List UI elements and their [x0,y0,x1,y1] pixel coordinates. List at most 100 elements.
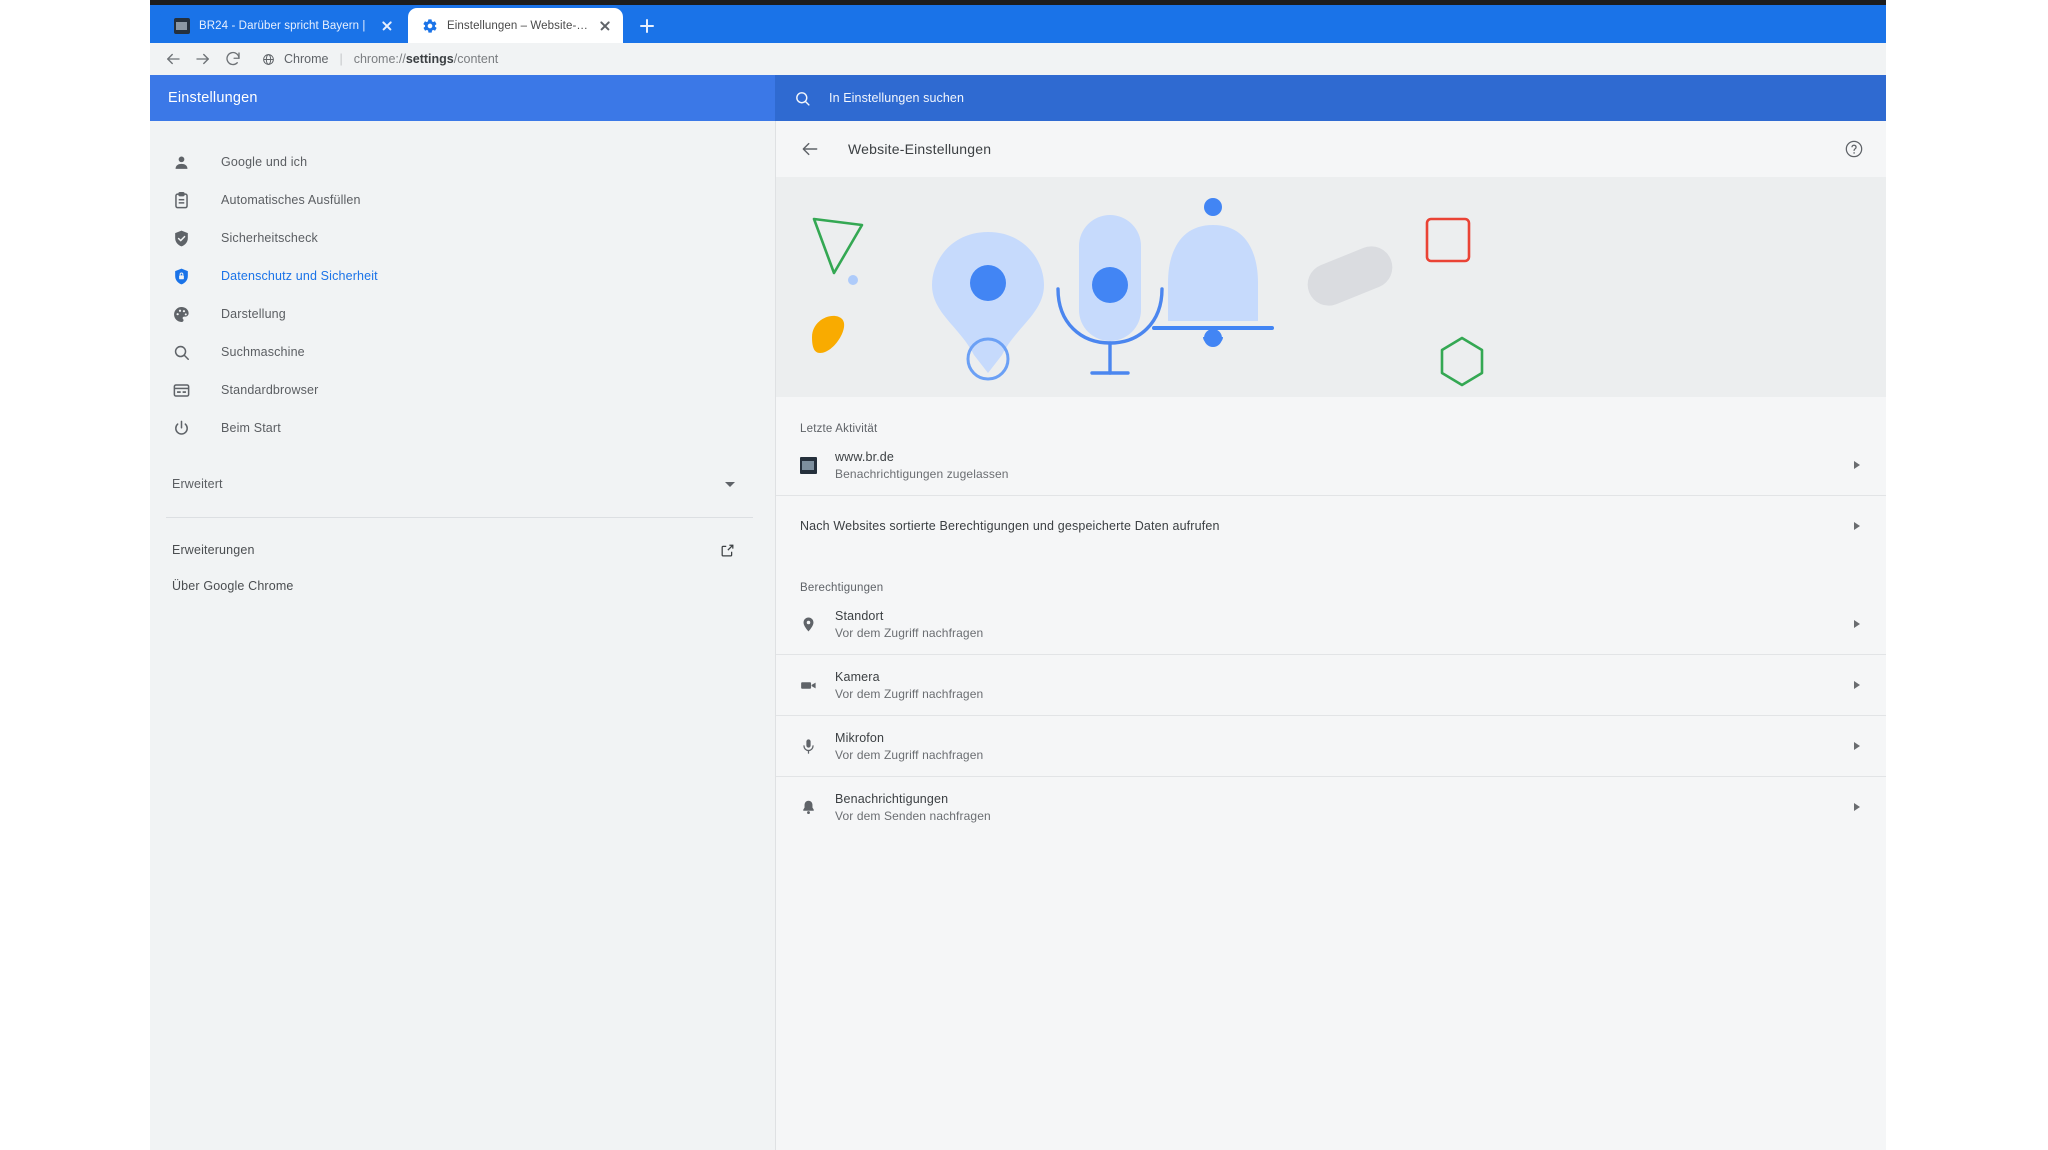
chevron-right-icon [1854,803,1860,811]
sidebar-item-label: Suchmaschine [221,345,305,359]
sidebar-item-google-und-ich[interactable]: Google und ich [150,143,775,181]
permission-row-kamera[interactable]: Kamera Vor dem Zugriff nachfragen [776,655,1886,715]
row-text: Benachrichtigungen Vor dem Senden nachfr… [832,792,1854,823]
sidebar-item-uber-google-chrome[interactable]: Über Google Chrome [150,568,775,604]
br-site-favicon-icon [800,456,817,474]
settings-gear-favicon-icon [422,18,438,34]
chevron-right-icon [1854,461,1860,469]
address-bar[interactable]: Chrome | chrome://settings/content [262,52,498,66]
row-icon-wrap [800,616,832,633]
reload-button[interactable] [220,46,246,72]
settings-body: Google und ich Automatisches Ausfüllen S… [150,121,1886,1150]
sidebar-item-suchmaschine[interactable]: Suchmaschine [150,333,775,371]
row-icon-wrap [800,456,832,474]
desktop-background-right [1886,0,2048,1150]
forward-button[interactable] [190,46,216,72]
permission-row-mikrofon[interactable]: Mikrofon Vor dem Zugriff nachfragen [776,716,1886,776]
omnibox-url-prefix: chrome:// [353,52,406,66]
back-arrow-icon[interactable] [800,139,820,159]
omnibox-scheme-label: Chrome [284,52,329,66]
row-subtitle: Vor dem Senden nachfragen [835,808,991,823]
search-input[interactable]: In Einstellungen suchen [775,75,1886,121]
close-icon[interactable] [597,18,613,34]
sidebar-item-erweiterungen[interactable]: Erweiterungen [150,532,775,568]
row-subtitle: Vor dem Zugriff nachfragen [835,747,984,762]
location-pin-icon [800,616,817,633]
tab-settings[interactable]: Einstellungen – Website-Einstel... [408,8,623,43]
browser-toolbar: Chrome | chrome://settings/content [150,43,1886,75]
row-title: Mikrofon [835,730,885,745]
sidebar-item-label: Erweiterungen [172,543,255,557]
search-icon [794,90,811,107]
chevron-right-icon [1854,522,1860,530]
sidebar-item-label: Standardbrowser [221,383,319,397]
permission-row-standort[interactable]: Standort Vor dem Zugriff nachfragen [776,594,1886,654]
camera-icon [800,677,817,694]
sidebar-item-label: Beim Start [221,421,281,435]
all-sites-row[interactable]: Nach Websites sortierte Berechtigungen u… [776,496,1886,556]
omnibox-url: chrome://settings/content [354,52,499,66]
sidebar-item-darstellung[interactable]: Darstellung [150,295,775,333]
browser-window: BR24 - Darüber spricht Bayern | Einstell… [150,5,1886,1150]
sidebar-item-label: Google und ich [221,155,308,169]
all-sites-label: Nach Websites sortierte Berechtigungen u… [800,519,1220,533]
power-icon [172,419,191,438]
row-icon-wrap [800,677,832,694]
main-page-title: Website-Einstellungen [848,141,992,157]
sidebar-item-label: Über Google Chrome [172,579,294,593]
sidebar-item-standardbrowser[interactable]: Standardbrowser [150,371,775,409]
sidebar-item-datenschutz-und-sicherheit[interactable]: Datenschutz und Sicherheit [150,257,775,295]
person-icon [172,153,191,172]
settings-topbar: Einstellungen In Einstellungen suchen [150,75,1886,121]
illustration-shapes [812,198,1484,387]
desktop-background-left [0,0,150,1150]
omnibox-url-bold: settings [405,52,454,66]
row-icon-wrap [800,799,832,816]
browser-window-icon [172,381,191,400]
shield-lock-icon [172,267,191,286]
tab-br24[interactable]: BR24 - Darüber spricht Bayern | [160,8,405,43]
settings-main-panel: Website-Einstellungen Letzte Aktivität w… [776,121,1886,1150]
help-circle-icon[interactable] [1844,139,1864,159]
row-text: Mikrofon Vor dem Zugriff nachfragen [832,731,1854,762]
chevron-right-icon [1854,681,1860,689]
sidebar-item-erweitert[interactable]: Erweitert [150,465,775,503]
main-header: Website-Einstellungen [776,121,1886,177]
chevron-down-icon [725,481,735,487]
sidebar-item-label: Datenschutz und Sicherheit [221,269,378,283]
new-tab-button[interactable] [635,14,659,38]
row-icon-wrap [800,738,832,755]
tab-strip: BR24 - Darüber spricht Bayern | Einstell… [150,5,1886,43]
sidebar-item-label: Automatisches Ausfüllen [221,193,361,207]
row-subtitle: Vor dem Zugriff nachfragen [835,625,984,640]
recent-activity-row[interactable]: www.br.de Benachrichtigungen zugelassen [776,435,1886,495]
row-subtitle: Benachrichtigungen zugelassen [835,466,1009,481]
sidebar-item-automatisches-ausfullen[interactable]: Automatisches Ausfüllen [150,181,775,219]
settings-sidebar: Google und ich Automatisches Ausfüllen S… [150,121,775,1150]
row-text: Standort Vor dem Zugriff nachfragen [832,609,1854,640]
chevron-right-icon [1854,620,1860,628]
close-icon[interactable] [379,18,395,34]
clipboard-icon [172,191,191,210]
settings-page: Einstellungen In Einstellungen suchen Go… [150,75,1886,1150]
page-title: Einstellungen [168,90,258,106]
omnibox-url-suffix: /content [453,52,499,66]
sidebar-item-beim-start[interactable]: Beim Start [150,409,775,447]
row-text: www.br.de Benachrichtigungen zugelassen [832,450,1854,481]
row-subtitle: Vor dem Zugriff nachfragen [835,686,984,701]
section-label-permissions: Berechtigungen [800,582,884,594]
sidebar-item-label: Erweitert [172,477,223,491]
sidebar-divider [166,517,753,518]
section-label-recent-activity: Letzte Aktivität [800,423,878,435]
palette-icon [172,305,191,324]
bell-icon [800,799,817,816]
omnibox-separator: | [339,52,343,66]
chevron-right-icon [1854,742,1860,750]
row-title: www.br.de [835,449,895,464]
sidebar-item-sicherheitscheck[interactable]: Sicherheitscheck [150,219,775,257]
permission-row-benachrichtigungen[interactable]: Benachrichtigungen Vor dem Senden nachfr… [776,777,1886,837]
br24-favicon-icon [174,17,190,34]
screen: BR24 - Darüber spricht Bayern | Einstell… [0,0,2048,1150]
back-button[interactable] [160,46,186,72]
